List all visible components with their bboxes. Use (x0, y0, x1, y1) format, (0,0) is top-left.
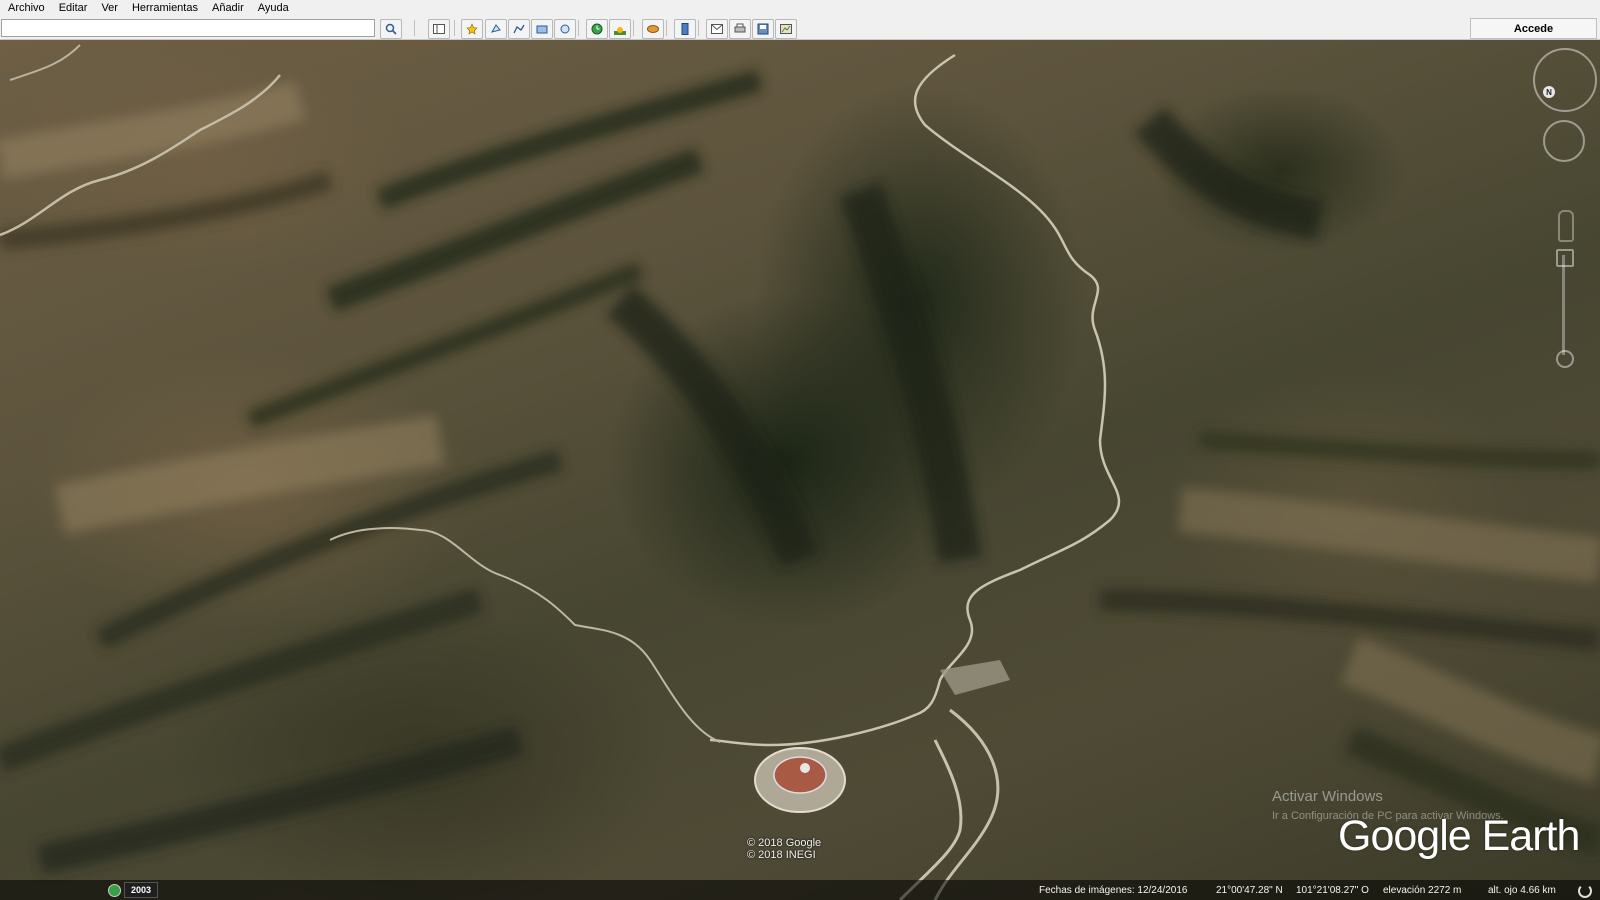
toolbar-separator (578, 20, 579, 36)
hilltop-monument (800, 763, 810, 773)
windows-activation-title: Activar Windows (1272, 788, 1383, 805)
ruler-icon[interactable] (674, 19, 696, 39)
imagery-copyright: © 2018 Google © 2018 INEGI (747, 837, 857, 861)
copyright-google: © 2018 Google (747, 837, 822, 849)
street-view-pegman-icon[interactable] (1558, 210, 1574, 242)
zoom-out-icon[interactable] (1556, 350, 1574, 368)
toolbar-separator (666, 20, 667, 36)
sidebar-toggle-icon[interactable] (428, 19, 450, 39)
search-icon[interactable] (380, 19, 402, 39)
longitude-readout: 101°21'08.27" O (1296, 885, 1369, 896)
status-bar: 2003 Fechas de imágenes: 12/24/2016 21°0… (0, 880, 1600, 900)
elevation-readout: elevación 2272 m (1383, 885, 1462, 896)
latitude-readout: 21°00'47.28" N (1216, 885, 1283, 896)
toolbar: Accede (0, 17, 1600, 40)
imagery-year-badge[interactable]: 2003 (124, 882, 158, 898)
menu-editar[interactable]: Editar (51, 0, 94, 17)
south-road-2 (933, 708, 1000, 900)
menu-archivo[interactable]: Archivo (0, 0, 51, 17)
historical-imagery-icon[interactable] (586, 19, 608, 39)
eye-altitude-readout: alt. ojo 4.66 km (1488, 885, 1556, 896)
north-button[interactable]: N (1543, 86, 1555, 98)
signin-button[interactable]: Accede (1470, 18, 1597, 39)
imagery-date: Fechas de imágenes: 12/24/2016 (1039, 885, 1188, 896)
toolbar-separator (633, 20, 634, 36)
look-joystick-icon[interactable] (1543, 120, 1585, 162)
map-view[interactable]: N Activar Windows Ir a Configuración de … (0, 40, 1600, 900)
google-earth-logo: Google Earth (1338, 812, 1580, 860)
historical-imagery-clock-icon[interactable] (108, 884, 121, 897)
menu-ayuda[interactable]: Ayuda (250, 0, 295, 17)
email-icon[interactable] (706, 19, 728, 39)
sunlight-icon[interactable] (609, 19, 631, 39)
view-in-maps-icon[interactable] (775, 19, 797, 39)
menu-herramientas[interactable]: Herramientas (124, 0, 204, 17)
add-polygon-icon[interactable] (485, 19, 507, 39)
toolbar-separator (414, 20, 415, 36)
compass-ring[interactable] (1533, 48, 1597, 112)
toolbar-separator (454, 20, 455, 36)
zoom-in-icon[interactable] (1556, 249, 1574, 267)
add-placemark-icon[interactable] (461, 19, 483, 39)
add-path-icon[interactable] (508, 19, 530, 39)
loading-icon (1578, 884, 1592, 898)
menu-anadir[interactable]: Añadir (204, 0, 250, 17)
menu-bar: Archivo Editar Ver Herramientas Añadir A… (0, 0, 1600, 17)
switch-planet-icon[interactable] (642, 19, 664, 39)
copyright-inegi: © 2018 INEGI (747, 849, 816, 861)
add-image-overlay-icon[interactable] (531, 19, 553, 39)
hilltop-building (773, 756, 827, 794)
record-tour-icon[interactable] (554, 19, 576, 39)
menu-ver[interactable]: Ver (93, 0, 124, 17)
save-image-icon[interactable] (752, 19, 774, 39)
toolbar-separator (698, 20, 699, 36)
terrain-imagery (0, 44, 1600, 900)
zoom-slider[interactable] (1562, 255, 1565, 355)
northwest-track (9, 44, 81, 81)
print-icon[interactable] (729, 19, 751, 39)
search-input[interactable] (1, 19, 375, 37)
